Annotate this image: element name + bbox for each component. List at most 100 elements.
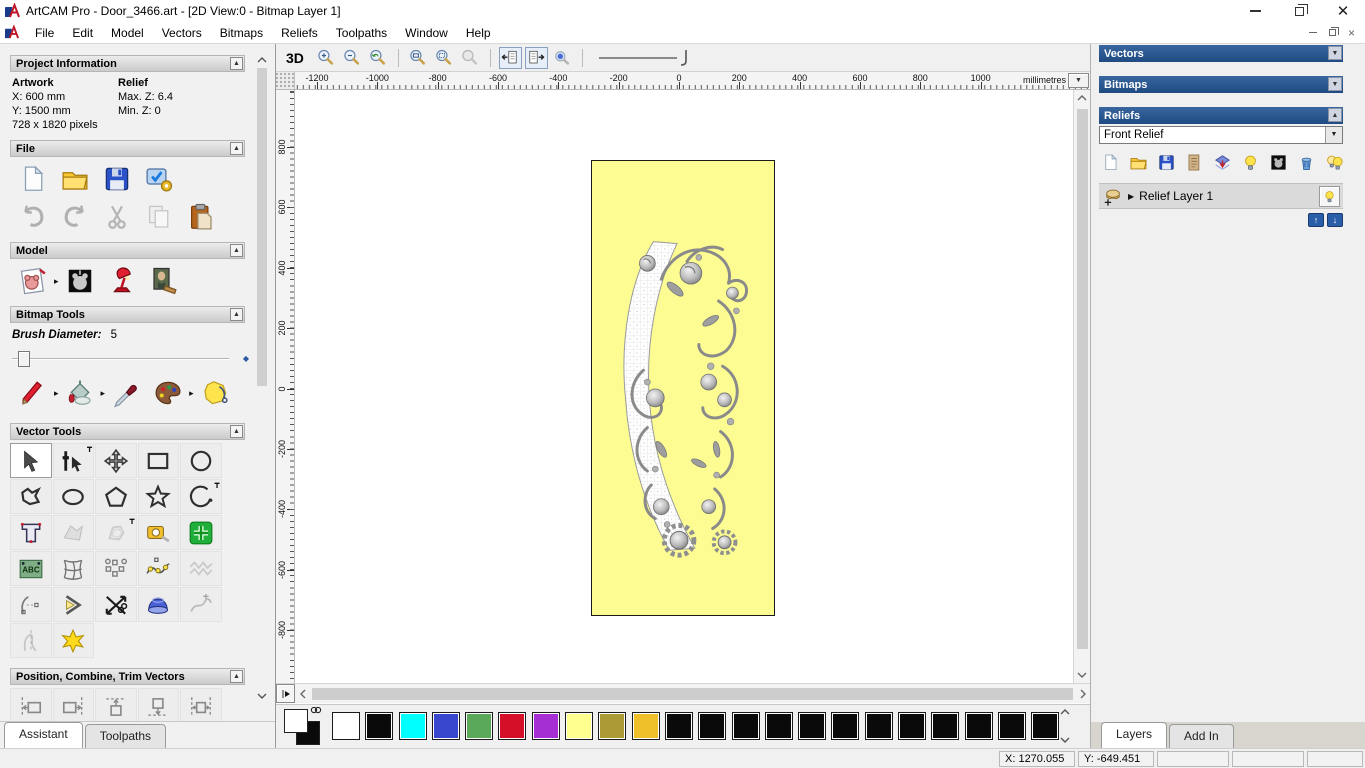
relief-thumbnail-button[interactable] [1269, 153, 1288, 172]
zoom-in-button[interactable] [315, 47, 338, 69]
brush-diameter-slider[interactable]: ◆ [12, 351, 263, 367]
flyout-arrow-icon[interactable]: ▸ [54, 388, 59, 399]
colour-swatch-20[interactable] [997, 712, 1026, 740]
slider-handle-icon[interactable] [677, 48, 691, 68]
tab-add-in[interactable]: Add In [1169, 724, 1234, 748]
create-ellipse-tool[interactable] [52, 479, 94, 514]
create-polyline-tool[interactable] [10, 479, 52, 514]
current-colour-widget[interactable] [284, 706, 326, 745]
create-text-tool[interactable] [10, 515, 52, 550]
minimize-button[interactable] [1233, 0, 1277, 22]
measure-tool[interactable] [137, 515, 179, 550]
ruler-toggle-button[interactable] [276, 684, 295, 703]
transform-vectors-tool[interactable] [95, 443, 137, 478]
open-model-button[interactable] [60, 164, 90, 194]
extrude-tool[interactable] [137, 587, 179, 622]
open-relief-button[interactable] [1129, 153, 1148, 172]
create-rectangle-tool[interactable] [137, 443, 179, 478]
colour-swatch-5[interactable] [498, 712, 527, 740]
hscroll-thumb[interactable] [312, 687, 1073, 700]
menu-file[interactable]: File [26, 23, 63, 43]
canvas-horizontal-scrollbar[interactable] [295, 685, 1090, 702]
mdi-close-button[interactable]: × [1348, 27, 1355, 39]
align-left-button[interactable] [10, 688, 52, 725]
assistant-scrollbar[interactable] [255, 56, 269, 700]
relief-layer-select[interactable]: Front Relief ▼ [1099, 126, 1343, 144]
redo-button[interactable] [60, 202, 90, 232]
wrap-vectors-tool[interactable] [52, 515, 94, 550]
new-relief-layer-button[interactable] [1101, 153, 1120, 172]
paste-button[interactable] [186, 202, 216, 232]
toggle-layer-visibility-button[interactable] [1241, 153, 1260, 172]
colour-swatch-14[interactable] [798, 712, 827, 740]
flyout-arrow-icon[interactable]: ▸ [101, 388, 106, 399]
create-star-tool[interactable] [137, 479, 179, 514]
undo-button[interactable] [18, 202, 48, 232]
model-check-button[interactable] [144, 164, 174, 194]
node-editing-tool[interactable] [52, 443, 94, 478]
slider-handle[interactable] [18, 351, 30, 367]
colour-swatch-17[interactable] [898, 712, 927, 740]
next-bitmap-layer-button[interactable] [524, 46, 548, 69]
scroll-up-button[interactable] [1075, 90, 1090, 106]
create-polygon-tool[interactable] [95, 479, 137, 514]
flyout-arrow-icon[interactable]: ▸ [189, 388, 194, 399]
palette-down-icon[interactable] [1060, 736, 1070, 744]
menu-window[interactable]: Window [396, 23, 457, 43]
scrollbar-thumb[interactable] [257, 68, 267, 386]
fit-curve-tool[interactable] [137, 551, 179, 586]
align-right-button[interactable] [52, 688, 94, 725]
collapse-reliefs-button[interactable]: ▲ [1328, 108, 1342, 122]
align-top-button[interactable] [95, 688, 137, 725]
view-3d-button[interactable]: 3D [286, 50, 304, 66]
bitmaps-panel-header[interactable]: Bitmaps ▼ [1099, 76, 1343, 93]
colour-swatch-6[interactable] [531, 712, 560, 740]
colour-swatch-1[interactable] [365, 712, 394, 740]
menu-toolpaths[interactable]: Toolpaths [327, 23, 396, 43]
delete-relief-layer-button[interactable] [1297, 153, 1316, 172]
ruler-units-dropdown[interactable]: ▼ [1068, 73, 1089, 88]
merge-relief-button[interactable] [1213, 153, 1232, 172]
link-colours-icon[interactable] [310, 706, 322, 714]
tab-layers[interactable]: Layers [1101, 722, 1168, 748]
slider-spin-icon[interactable]: ◆ [243, 354, 249, 363]
restore-button[interactable] [1277, 0, 1321, 22]
cut-button[interactable] [102, 202, 132, 232]
collapse-project-info-button[interactable]: ▲ [230, 57, 243, 70]
arc-fit-tool[interactable] [10, 587, 52, 622]
colour-swatch-0[interactable] [332, 712, 360, 740]
previous-bitmap-layer-button[interactable] [498, 46, 522, 69]
door-artwork[interactable] [591, 160, 775, 616]
drawing-canvas[interactable] [295, 90, 1073, 683]
scroll-up-icon[interactable] [257, 56, 267, 64]
load-bitmap-button[interactable] [149, 266, 179, 296]
select-vectors-tool[interactable] [10, 443, 52, 478]
offset-vectors-tool[interactable] [95, 515, 137, 550]
colour-swatch-21[interactable] [1031, 712, 1060, 740]
expand-vectors-button[interactable]: ▼ [1328, 46, 1342, 60]
colour-swatch-7[interactable] [565, 712, 594, 740]
menu-bitmaps[interactable]: Bitmaps [211, 23, 272, 43]
collapse-file-button[interactable]: ▲ [230, 142, 243, 155]
save-relief-button[interactable] [1157, 153, 1176, 172]
align-bottom-button[interactable] [137, 688, 179, 725]
distort-vectors-tool[interactable] [52, 551, 94, 586]
colour-swatch-2[interactable] [398, 712, 427, 740]
menu-help[interactable]: Help [457, 23, 500, 43]
new-model-button[interactable] [18, 164, 48, 194]
zoom-fit-button[interactable] [433, 47, 456, 69]
colour-picker-button[interactable] [111, 378, 141, 408]
texture-tool-button[interactable] [200, 378, 230, 408]
trim-vectors-tool[interactable] [95, 587, 137, 622]
spline-tool[interactable] [180, 587, 222, 622]
set-model-size-button[interactable] [18, 266, 48, 296]
flood-fill-button[interactable] [65, 378, 95, 408]
colour-swatch-13[interactable] [764, 712, 793, 740]
zoom-previous-button[interactable] [367, 47, 390, 69]
free-relief-tool[interactable] [180, 551, 222, 586]
collapse-bitmap-tools-button[interactable]: ▲ [230, 308, 243, 321]
colour-swatch-11[interactable] [698, 712, 727, 740]
colour-swatch-8[interactable] [598, 712, 627, 740]
scroll-down-icon[interactable] [257, 692, 267, 700]
colour-swatch-3[interactable] [431, 712, 460, 740]
